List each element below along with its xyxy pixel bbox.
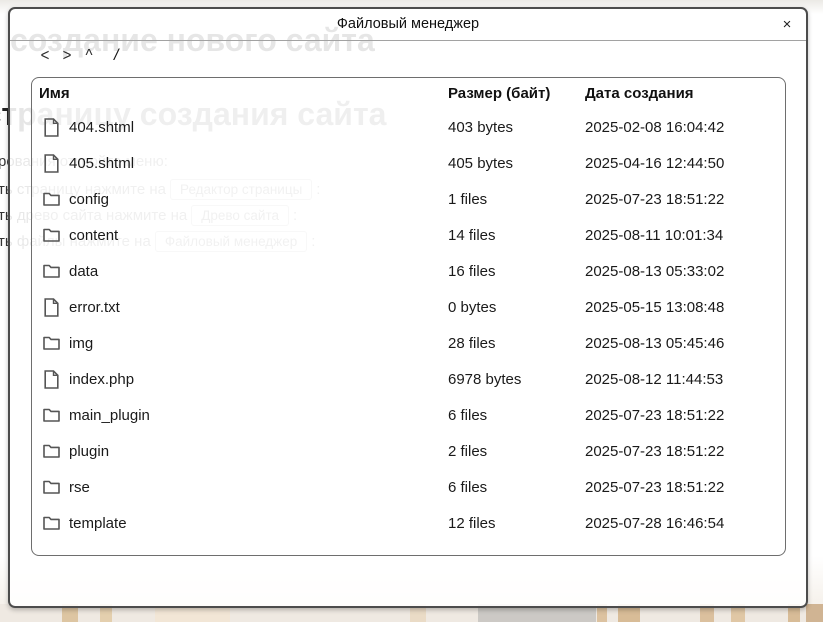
column-header-created: Дата создания (585, 85, 785, 102)
table-row[interactable]: 404.shtml 403 bytes 2025-02-08 16:04:42 (32, 109, 785, 145)
table-row[interactable]: config 1 files 2025-07-23 18:51:22 (32, 181, 785, 217)
file-size: 28 files (448, 335, 585, 352)
file-name: rse (69, 479, 90, 496)
table-row[interactable]: rse 6 files 2025-07-23 18:51:22 (32, 469, 785, 505)
nav-up-button[interactable]: ^ (80, 44, 98, 68)
file-name: img (69, 335, 93, 352)
folder-icon (42, 261, 60, 281)
folder-icon (42, 441, 60, 461)
file-name: main_plugin (69, 407, 150, 424)
table-row[interactable]: data 16 files 2025-08-13 05:33:02 (32, 253, 785, 289)
file-size: 0 bytes (448, 299, 585, 316)
file-name: template (69, 515, 127, 532)
folder-icon (42, 333, 60, 353)
file-created: 2025-08-13 05:33:02 (585, 263, 785, 280)
folder-icon (42, 477, 60, 497)
file-name: plugin (69, 443, 109, 460)
nav-back-button[interactable]: < (36, 44, 54, 68)
nav-forward-button[interactable]: > (58, 44, 76, 68)
file-manager-dialog: Файловый менеджер × < > ^ / Имя Размер (… (8, 7, 808, 608)
file-created: 2025-05-15 13:08:48 (585, 299, 785, 316)
file-name: content (69, 227, 118, 244)
table-row[interactable]: error.txt 0 bytes 2025-05-15 13:08:48 (32, 289, 785, 325)
file-created: 2025-02-08 16:04:42 (585, 119, 785, 136)
dialog-titlebar: Файловый менеджер × (10, 9, 806, 41)
column-header-name: Имя (32, 85, 448, 102)
file-size: 16 files (448, 263, 585, 280)
table-row[interactable]: template 12 files 2025-07-28 16:46:54 (32, 505, 785, 541)
file-size: 6 files (448, 479, 585, 496)
file-created: 2025-08-13 05:45:46 (585, 335, 785, 352)
file-name: config (69, 191, 109, 208)
file-icon (42, 297, 60, 317)
file-created: 2025-07-28 16:46:54 (585, 515, 785, 532)
file-size: 6978 bytes (448, 371, 585, 388)
file-name: data (69, 263, 98, 280)
table-row[interactable]: index.php 6978 bytes 2025-08-12 11:44:53 (32, 361, 785, 397)
table-row[interactable]: img 28 files 2025-08-13 05:45:46 (32, 325, 785, 361)
navigation-bar: < > ^ / (10, 41, 806, 71)
file-size: 6 files (448, 407, 585, 424)
file-icon (42, 369, 60, 389)
table-row[interactable]: content 14 files 2025-08-11 10:01:34 (32, 217, 785, 253)
file-created: 2025-08-12 11:44:53 (585, 371, 785, 388)
current-path: / (114, 47, 118, 65)
close-button[interactable]: × (776, 13, 798, 35)
file-size: 403 bytes (448, 119, 585, 136)
table-body: 404.shtml 403 bytes 2025-02-08 16:04:42 … (32, 109, 785, 541)
folder-icon (42, 513, 60, 533)
file-name: index.php (69, 371, 134, 388)
table-row[interactable]: 405.shtml 405 bytes 2025-04-16 12:44:50 (32, 145, 785, 181)
folder-icon (42, 405, 60, 425)
file-name: error.txt (69, 299, 120, 316)
table-row[interactable]: main_plugin 6 files 2025-07-23 18:51:22 (32, 397, 785, 433)
file-icon (42, 117, 60, 137)
table-header-row: Имя Размер (байт) Дата создания (32, 78, 785, 109)
file-created: 2025-04-16 12:44:50 (585, 155, 785, 172)
file-created: 2025-08-11 10:01:34 (585, 227, 785, 244)
file-created: 2025-07-23 18:51:22 (585, 443, 785, 460)
file-size: 12 files (448, 515, 585, 532)
folder-icon (42, 189, 60, 209)
column-header-size: Размер (байт) (448, 85, 585, 102)
file-size: 1 files (448, 191, 585, 208)
file-created: 2025-07-23 18:51:22 (585, 479, 785, 496)
dialog-title: Файловый менеджер (10, 16, 806, 32)
file-size: 405 bytes (448, 155, 585, 172)
file-created: 2025-07-23 18:51:22 (585, 191, 785, 208)
file-table: Имя Размер (байт) Дата создания 404.shtm… (31, 77, 786, 556)
table-row[interactable]: plugin 2 files 2025-07-23 18:51:22 (32, 433, 785, 469)
file-created: 2025-07-23 18:51:22 (585, 407, 785, 424)
file-size: 2 files (448, 443, 585, 460)
file-size: 14 files (448, 227, 585, 244)
file-name: 405.shtml (69, 155, 134, 172)
file-name: 404.shtml (69, 119, 134, 136)
folder-icon (42, 225, 60, 245)
file-icon (42, 153, 60, 173)
